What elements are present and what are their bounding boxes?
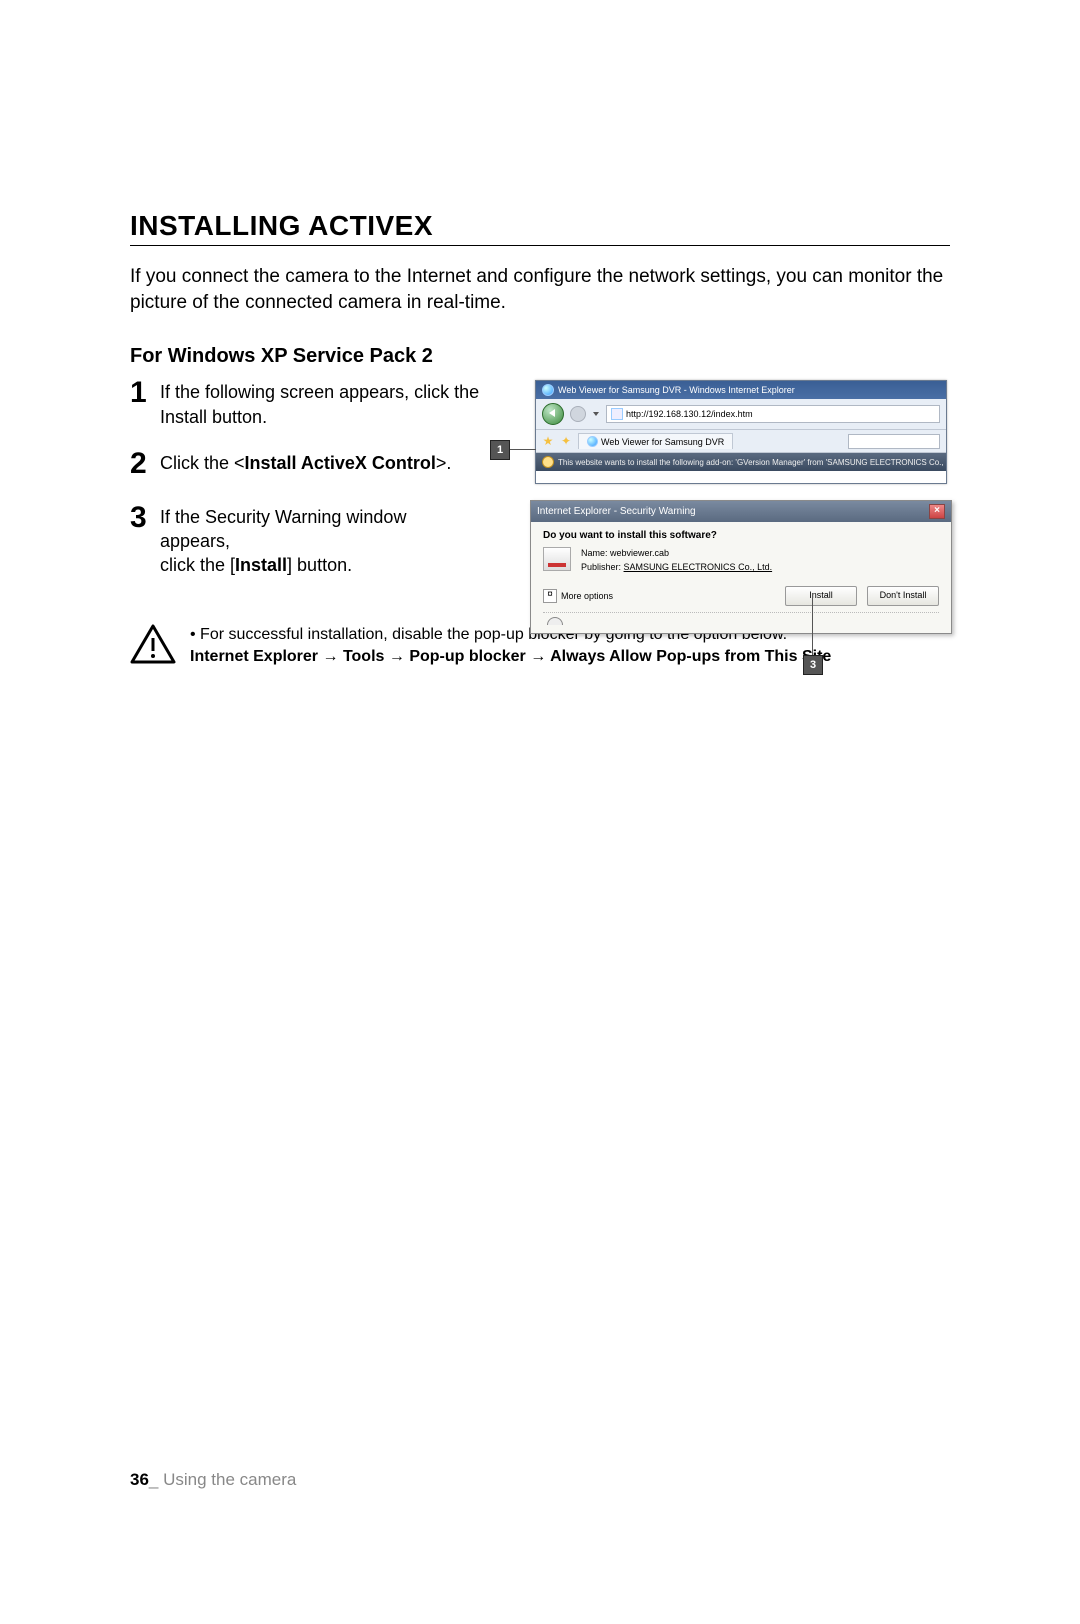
page-footer: 36_ Using the camera xyxy=(130,1470,296,1490)
arrow-icon: → xyxy=(530,648,546,665)
step-text: Click the <Install ActiveX Control>. xyxy=(160,451,451,475)
favorites-star-icon[interactable]: ★ xyxy=(542,435,554,447)
tab-label: Web Viewer for Samsung DVR xyxy=(601,437,724,447)
step3-l2a: click the [ xyxy=(160,555,235,575)
arrow-icon: → xyxy=(389,648,405,665)
step2-bold: Install ActiveX Control xyxy=(245,453,436,473)
ie-nav-bar: http://192.168.130.12/index.htm xyxy=(536,399,946,430)
step-number: 2 xyxy=(130,449,160,479)
software-icon xyxy=(543,547,571,571)
address-url: http://192.168.130.12/index.htm xyxy=(626,409,753,419)
step3-l2b: ] button. xyxy=(287,555,352,575)
callout-badge-1: 1 xyxy=(490,440,510,460)
footer-sep: _ xyxy=(149,1470,158,1489)
dialog-footer xyxy=(543,612,939,627)
sub-heading: For Windows XP Service Pack 2 xyxy=(130,345,950,368)
step3-bold: Install xyxy=(235,555,287,575)
path-p2: Tools xyxy=(343,648,384,665)
step3-line1: If the Security Warning window appears, xyxy=(160,507,406,551)
section-title: INSTALLING ACTIVEX xyxy=(130,210,950,246)
browser-tab[interactable]: Web Viewer for Samsung DVR xyxy=(578,433,733,449)
infobar-text: This website wants to install the follow… xyxy=(558,458,946,467)
publisher-label: Publisher: xyxy=(581,562,621,572)
dialog-title-text: Internet Explorer - Security Warning xyxy=(537,506,696,517)
name-value: webviewer.cab xyxy=(610,548,669,558)
step-text: If the Security Warning window appears, … xyxy=(160,505,480,578)
callout-leader-line xyxy=(510,449,536,450)
path-p1: Internet Explorer xyxy=(190,648,318,665)
intro-text: If you connect the camera to the Interne… xyxy=(130,264,950,315)
step-text: If the following screen appears, click t… xyxy=(160,380,480,429)
ie-titlebar: Web Viewer for Samsung DVR - Windows Int… xyxy=(536,381,946,399)
step-number: 1 xyxy=(130,378,160,408)
search-box[interactable] xyxy=(848,434,940,449)
callout-leader-line xyxy=(812,595,813,655)
ie-title-text: Web Viewer for Samsung DVR - Windows Int… xyxy=(558,385,795,395)
step-number: 3 xyxy=(130,503,160,533)
name-label: Name: xyxy=(581,548,608,558)
step2-suffix: >. xyxy=(436,453,452,473)
step-2: 2 Click the <Install ActiveX Control>. xyxy=(130,451,480,479)
activex-information-bar[interactable]: This website wants to install the follow… xyxy=(536,453,946,471)
step-3: 3 If the Security Warning window appears… xyxy=(130,505,480,578)
chevron-down-icon: ¤ xyxy=(543,589,557,603)
note-path: Internet Explorer → Tools → Pop-up block… xyxy=(190,646,831,668)
page-number: 36 xyxy=(130,1470,149,1489)
chapter-name: Using the camera xyxy=(163,1470,296,1489)
screenshot-column: Web Viewer for Samsung DVR - Windows Int… xyxy=(490,380,950,599)
shield-icon xyxy=(547,617,563,625)
ie-window: Web Viewer for Samsung DVR - Windows Int… xyxy=(535,380,947,484)
back-button-icon[interactable] xyxy=(542,403,564,425)
security-warning-dialog: Internet Explorer - Security Warning × D… xyxy=(530,500,952,634)
ie-tab-row: ★ ✦ Web Viewer for Samsung DVR xyxy=(536,430,946,453)
ie-content-area xyxy=(536,471,946,483)
steps-column: 1 If the following screen appears, click… xyxy=(130,380,490,599)
path-p4: Always Allow Pop-ups from This Site xyxy=(550,648,831,665)
dialog-question: Do you want to install this software? xyxy=(543,530,939,541)
software-meta: Name: webviewer.cab Publisher: SAMSUNG E… xyxy=(581,547,772,574)
arrow-icon: → xyxy=(322,648,338,665)
step-1: 1 If the following screen appears, click… xyxy=(130,380,480,429)
address-bar[interactable]: http://192.168.130.12/index.htm xyxy=(606,405,940,423)
path-p3: Pop-up blocker xyxy=(409,648,525,665)
add-favorites-icon[interactable]: ✦ xyxy=(560,435,572,447)
callout-badge-3: 3 xyxy=(803,655,823,675)
install-button[interactable]: Install xyxy=(785,586,857,606)
caution-icon xyxy=(130,624,176,664)
more-options-label: More options xyxy=(561,591,613,601)
publisher-link[interactable]: SAMSUNG ELECTRONICS Co., Ltd. xyxy=(624,562,773,572)
nav-dropdown-icon[interactable] xyxy=(592,410,600,418)
step2-prefix: Click the < xyxy=(160,453,245,473)
close-button[interactable]: × xyxy=(929,504,945,519)
dont-install-button[interactable]: Don't Install xyxy=(867,586,939,606)
more-options-toggle[interactable]: ¤ More options xyxy=(543,589,613,603)
forward-button-icon[interactable] xyxy=(570,406,586,422)
dialog-titlebar: Internet Explorer - Security Warning × xyxy=(531,501,951,522)
